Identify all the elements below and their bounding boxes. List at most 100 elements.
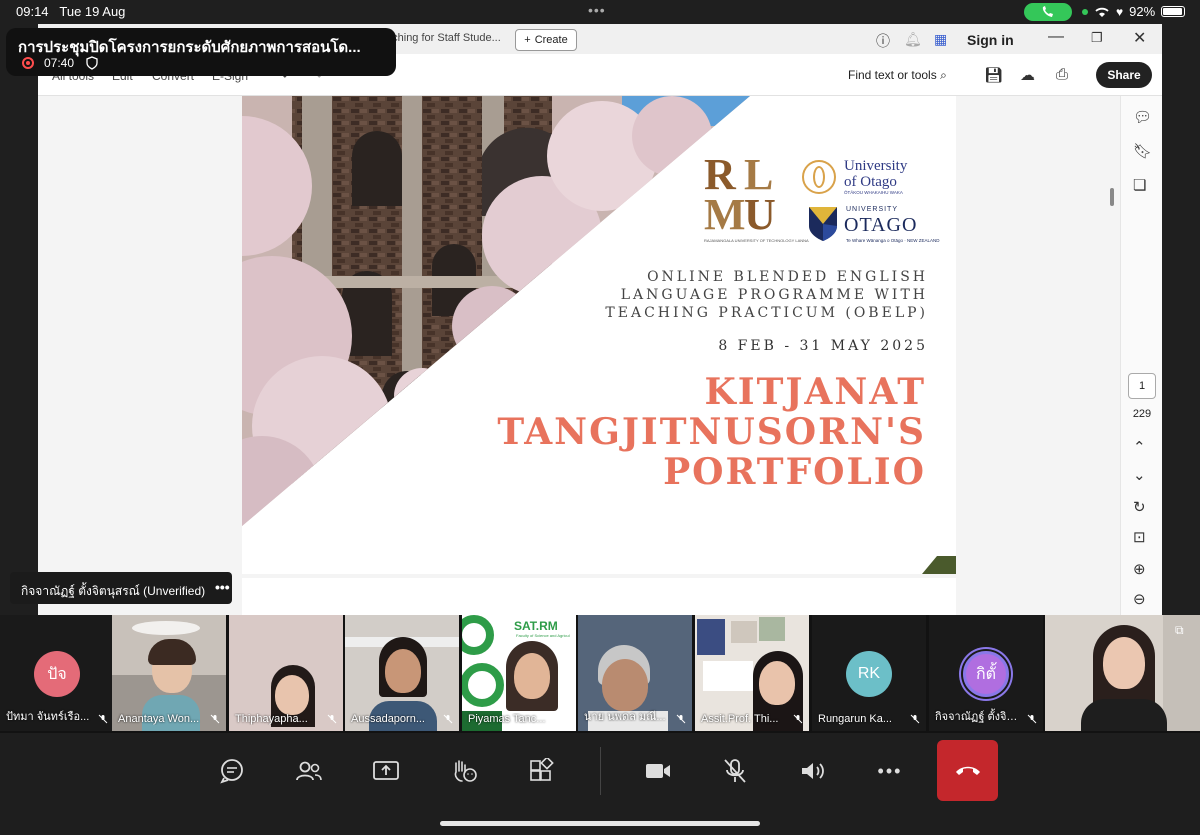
hang-up-icon (955, 766, 980, 775)
zoom-out-icon[interactable]: ⊖ (1133, 590, 1146, 608)
recording-icon (22, 57, 34, 69)
minimize-icon[interactable]: — (1048, 28, 1064, 46)
speaker-icon (802, 763, 824, 779)
divider (600, 747, 601, 795)
meeting-duration: 07:40 (44, 56, 75, 70)
video-camera-icon (646, 764, 670, 778)
green-dot-icon (1082, 8, 1088, 15)
participant-name: ปัทมา จันทร์เรือ... (6, 711, 90, 723)
heart-icon: ♥ (1116, 4, 1124, 19)
fit-page-icon[interactable]: ⊡ (1133, 528, 1146, 546)
participant-tile[interactable]: Assit.Prof. Thi... (695, 615, 809, 731)
more-button[interactable]: ••• (865, 751, 915, 791)
mic-muted-icon (1027, 714, 1037, 724)
shared-screen-acrobat: MUTL Teaching for Staff Stude... + Create… (38, 24, 1162, 616)
share-screen-button[interactable] (361, 751, 411, 791)
portfolio-title: KITJANAT TANGJITNUSORN'S PORTFOLIO (497, 371, 926, 493)
participant-tile[interactable]: ปัจ ปัทมา จันทร์เรือ... (0, 615, 114, 731)
clock: 09:14 Tue 19 Aug (16, 4, 126, 19)
status-icons: ♥ 92% (1082, 4, 1186, 19)
participant-name: Aussadaporn... (351, 713, 425, 725)
bookmark-icon[interactable]: 🔖︎ (1133, 142, 1152, 160)
page-total: 229 (1132, 408, 1152, 420)
participant-tile[interactable]: RK Rungarun Ka... (812, 615, 926, 731)
mic-muted-icon (676, 714, 686, 724)
status-bar: 09:14 Tue 19 Aug ••• ♥ 92% (0, 0, 1200, 24)
print-icon[interactable]: ⎙ (1056, 66, 1068, 83)
search-icon: ⌕ (940, 68, 947, 82)
active-call-pill[interactable] (1024, 3, 1072, 21)
participant-tile[interactable]: นาย นพดล มณี... (578, 615, 692, 731)
share-screen-icon (373, 761, 399, 780)
page-up-icon[interactable]: ⌃ (1133, 438, 1146, 456)
scrollbar-thumb[interactable] (1110, 188, 1114, 206)
battery-icon (1161, 6, 1186, 17)
sign-in-button[interactable]: Sign in (967, 32, 1014, 48)
apps-button[interactable] (516, 751, 566, 791)
presenter-name-tag[interactable]: กิจจาณัฏฐ์ ตั้งจิตนุสรณ์ (Unverified) ••… (10, 572, 232, 604)
chat-button[interactable] (207, 751, 257, 791)
wifi-icon (1095, 7, 1109, 17)
speaker-button[interactable] (788, 751, 838, 791)
self-view-tile[interactable]: ⧉ (1045, 615, 1200, 731)
restore-icon[interactable]: ❐ (1091, 30, 1103, 46)
participant-strip: ปัจ ปัทมา จันทร์เรือ... Anantaya Won... … (0, 615, 1200, 733)
mic-off-icon (724, 759, 746, 783)
page-number-input[interactable]: 1 (1128, 373, 1156, 399)
sat-logo-text: SAT.RM (514, 619, 558, 633)
help-icon[interactable]: ⓘ (876, 31, 890, 51)
shield-icon (86, 56, 98, 70)
more-icon: ••• (877, 760, 903, 781)
participant-name: Thiphayapha... (235, 713, 308, 725)
mic-muted-icon (98, 714, 108, 724)
mic-muted-icon (327, 714, 337, 724)
camera-button[interactable] (633, 751, 683, 791)
refresh-icon[interactable]: ↻ (1133, 498, 1146, 516)
participant-tile[interactable]: Aussadaporn... (345, 615, 459, 731)
program-title: ONLINE BLENDED ENGLISH LANGUAGE PROGRAMM… (605, 269, 928, 321)
mic-muted-icon (910, 714, 920, 724)
rmutl-logo: R L M U RAJAMANGALA UNIVERSITY OF TECHNO… (704, 150, 809, 244)
apps-icon (530, 758, 554, 781)
pages-icon[interactable]: ❏ (1133, 176, 1146, 194)
participants-button[interactable] (284, 751, 334, 791)
participant-tile[interactable]: กิตั้ กิจจาณัฏฐ์ ตั้งจิตนุ... (929, 615, 1043, 731)
mic-muted-icon (560, 714, 570, 724)
home-indicator[interactable] (440, 821, 760, 826)
close-icon[interactable]: ✕ (1133, 28, 1146, 48)
otago-crest-icon (809, 207, 837, 241)
reactions-button[interactable] (439, 751, 489, 791)
page-down-icon[interactable]: ⌄ (1133, 466, 1146, 484)
program-dates: 8 FEB - 31 MAY 2025 (718, 338, 928, 354)
participant-name: นาย นพดล มณี... (584, 711, 666, 723)
mic-muted-icon (210, 714, 220, 724)
participant-name: Rungarun Ka... (818, 713, 892, 725)
leave-call-button[interactable] (937, 740, 998, 801)
participant-tile[interactable]: SAT.RM Faculty of Science and Agricul Pi… (462, 615, 576, 731)
zoom-in-icon[interactable]: ⊕ (1133, 560, 1146, 578)
pdf-page-1: R L M U RAJAMANGALA UNIVERSITY OF TECHNO… (242, 96, 956, 574)
avatar: RK (846, 651, 892, 697)
create-button[interactable]: + Create (515, 29, 577, 51)
bell-icon[interactable]: 🔔︎ (904, 31, 922, 48)
participant-name: Piyamas Tanc... (468, 713, 546, 725)
switch-camera-icon[interactable]: ⧉ (1175, 623, 1184, 638)
phone-icon (1042, 6, 1053, 17)
participant-tile[interactable]: Anantaya Won... (112, 615, 226, 731)
comment-icon[interactable]: 💬︎ (1133, 108, 1152, 126)
apps-grid-icon[interactable]: ▦ (934, 31, 947, 48)
meeting-title-banner[interactable]: การประชุมปิดโครงการยกระดับศักยภาพการสอนโ… (6, 28, 396, 76)
document-viewport[interactable]: R L M U RAJAMANGALA UNIVERSITY OF TECHNO… (38, 96, 1120, 616)
battery-percent: 92% (1129, 4, 1156, 19)
find-tools-button[interactable]: Find text or tools ⌕ (848, 68, 947, 83)
share-button[interactable]: Share (1096, 62, 1152, 88)
participant-tile[interactable]: Thiphayapha... (229, 615, 343, 731)
cloud-upload-icon[interactable]: ☁ (1020, 66, 1035, 84)
more-options-icon[interactable]: ••• (215, 579, 230, 595)
multitask-dots[interactable]: ••• (588, 2, 606, 18)
mic-muted-icon (793, 714, 803, 724)
pdf-page-2 (242, 578, 956, 616)
save-icon[interactable]: 💾︎ (984, 66, 1003, 84)
mute-button[interactable] (710, 751, 760, 791)
participant-name: กิจจาณัฏฐ์ ตั้งจิตนุ... (935, 711, 1031, 723)
